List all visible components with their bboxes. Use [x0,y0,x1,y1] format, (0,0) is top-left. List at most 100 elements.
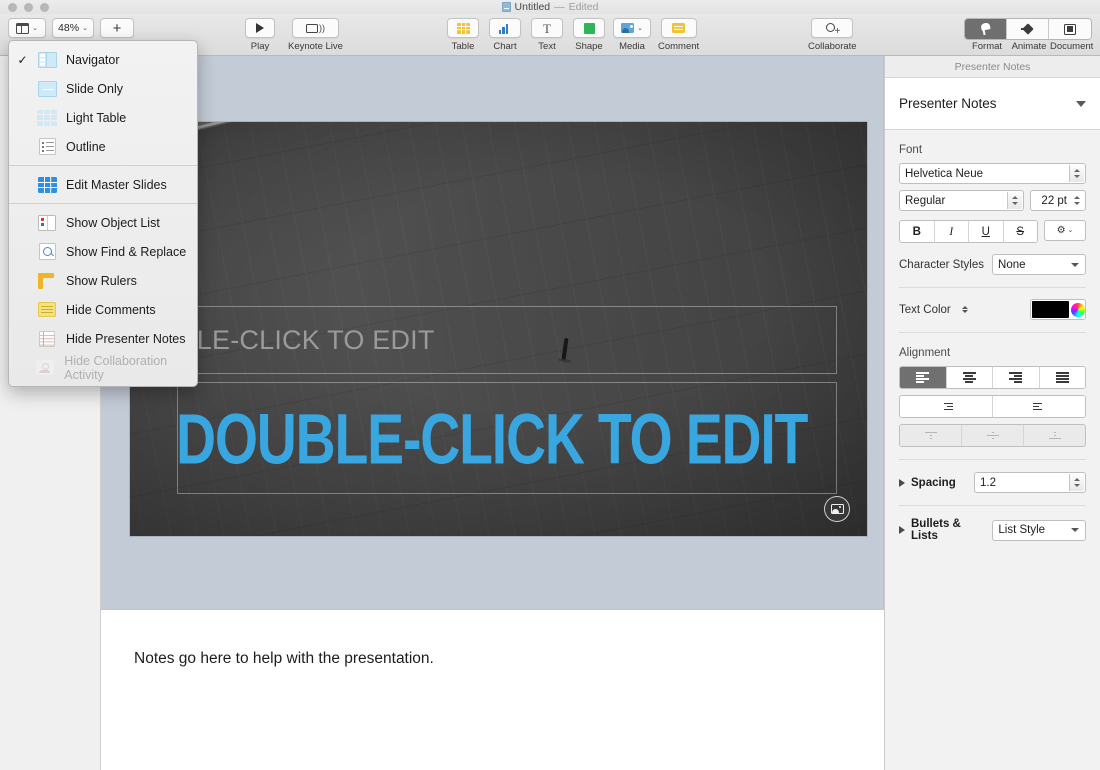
font-size-value: 22 pt [1041,195,1067,207]
tab-format[interactable] [965,19,1007,39]
menu-item-slide-only[interactable]: Slide Only [9,74,197,103]
play-button[interactable]: Play [245,18,275,52]
tab-document[interactable] [1049,19,1091,39]
divider [899,287,1086,288]
zoom-level-button[interactable]: 48% ⌄ [52,18,94,38]
image-placeholder-icon [831,504,844,514]
bold-button[interactable]: B [900,221,935,242]
align-center-icon [963,372,976,383]
horizontal-alignment-group[interactable] [899,366,1086,389]
tab-animate-label: Animate [1008,41,1050,52]
bold-label: B [913,226,921,238]
view-options-button[interactable]: ⌄ [8,18,46,38]
menu-item-label: Hide Comments [66,303,156,317]
collaborate-button[interactable]: Collaborate [808,18,857,52]
menu-item-navigator[interactable]: ✓ Navigator [9,45,197,74]
font-size-arrows[interactable] [1069,192,1084,209]
font-style-buttons[interactable]: B I U S ⚙ ⌄ [899,220,1086,243]
character-styles-select[interactable]: None [992,254,1086,275]
table-button[interactable]: Table [447,18,479,52]
disclosure-triangle-icon[interactable] [899,526,905,534]
indent-group[interactable] [899,395,1086,418]
align-right-button[interactable] [993,367,1040,388]
text-color-stepper-icon[interactable] [962,306,968,314]
strikethrough-button[interactable]: S [1004,221,1038,242]
subtitle-placeholder[interactable]: DOUBLE-CLICK TO EDIT [177,306,837,374]
chevron-down-icon[interactable] [1076,101,1086,107]
keynote-live-button[interactable]: )) Keynote Live [288,18,343,52]
character-styles-value: None [998,259,1026,271]
font-style-select[interactable]: Regular [899,190,1024,211]
view-options-menu[interactable]: ✓ Navigator Slide Only Light Table Outli… [8,40,198,387]
spacing-arrows[interactable] [1069,474,1084,491]
text-button[interactable]: T Text [531,18,563,52]
presenter-notes-accordion[interactable]: Presenter Notes [885,78,1100,130]
bullets-lists-row[interactable]: Bullets & Lists List Style [899,518,1086,542]
font-family-select[interactable]: Helvetica Neue [899,163,1086,184]
disclosure-triangle-icon[interactable] [899,479,905,487]
menu-item-label: Show Find & Replace [66,245,186,259]
menu-item-edit-master-slides[interactable]: Edit Master Slides [9,170,197,199]
increase-indent-button[interactable] [993,396,1085,417]
spacing-stepper[interactable]: 1.2 [974,472,1086,493]
decrease-indent-button[interactable] [900,396,993,417]
menu-item-label: Navigator [66,53,120,67]
menu-item-show-find-replace[interactable]: Show Find & Replace [9,237,197,266]
font-family-stepper[interactable] [1069,165,1084,182]
presenter-notes-pane[interactable]: Notes go here to help with the presentat… [101,609,884,770]
menu-item-hide-presenter-notes[interactable]: Hide Presenter Notes [9,324,197,353]
list-style-select[interactable]: List Style [992,520,1086,541]
underline-button[interactable]: U [969,221,1004,242]
shape-icon [584,23,595,34]
font-options-gear-button[interactable]: ⚙ ⌄ [1044,220,1086,241]
align-left-icon [916,372,929,383]
title-separator: — [554,1,565,13]
slide-canvas-area[interactable]: DOUBLE-CLICK TO EDIT DOUBLE-CLICK TO EDI… [101,56,884,609]
shape-button[interactable]: Shape [573,18,605,52]
font-family-value: Helvetica Neue [905,168,983,180]
slide-only-icon [36,79,58,99]
align-left-button[interactable] [900,367,947,388]
align-justify-button[interactable] [1040,367,1086,388]
chevron-down-icon [1071,528,1079,532]
chart-button[interactable]: Chart [489,18,521,52]
menu-item-show-rulers[interactable]: Show Rulers [9,266,197,295]
light-table-icon [36,108,58,128]
comment-button[interactable]: Comment [658,18,699,52]
inspector-tab-group[interactable] [964,18,1092,40]
color-wheel-icon[interactable] [1071,303,1085,317]
inspector-body: Font Helvetica Neue Regular 22 pt B I [885,144,1100,542]
align-top-button [900,425,962,446]
bullets-lists-label: Bullets & Lists [911,518,980,542]
chart-label: Chart [493,41,516,52]
tab-animate[interactable] [1007,19,1049,39]
text-color-row: Text Color [899,299,1086,320]
menu-item-outline[interactable]: Outline [9,132,197,161]
font-style-stepper[interactable] [1007,192,1022,209]
increase-indent-icon [1033,403,1046,411]
color-swatch[interactable] [1032,301,1069,318]
title-placeholder[interactable]: DOUBLE-CLICK TO EDIT [177,382,837,494]
collaboration-activity-icon [34,358,56,378]
spacing-value: 1.2 [980,477,996,489]
character-styles-label: Character Styles [899,259,984,271]
menu-item-label: Edit Master Slides [66,178,167,192]
menu-item-light-table[interactable]: Light Table [9,103,197,132]
comments-icon [36,300,58,320]
add-slide-button[interactable]: + [100,18,134,38]
menu-item-show-object-list[interactable]: Show Object List [9,208,197,237]
text-color-well[interactable] [1030,299,1086,320]
menu-item-hide-comments[interactable]: Hide Comments [9,295,197,324]
divider [899,505,1086,506]
italic-button[interactable]: I [935,221,970,242]
media-button[interactable]: ⌄ Media [613,18,651,52]
spacing-row[interactable]: Spacing 1.2 [899,472,1086,493]
presenter-notes-text[interactable]: Notes go here to help with the presentat… [134,650,434,668]
slide-1[interactable]: DOUBLE-CLICK TO EDIT DOUBLE-CLICK TO EDI… [130,122,867,536]
keynote-live-label: Keynote Live [288,41,343,52]
font-size-stepper[interactable]: 22 pt [1030,190,1086,211]
object-list-icon [36,213,58,233]
align-center-button[interactable] [947,367,994,388]
strikethrough-label: S [1016,226,1024,238]
media-placeholder-button[interactable] [824,496,850,522]
